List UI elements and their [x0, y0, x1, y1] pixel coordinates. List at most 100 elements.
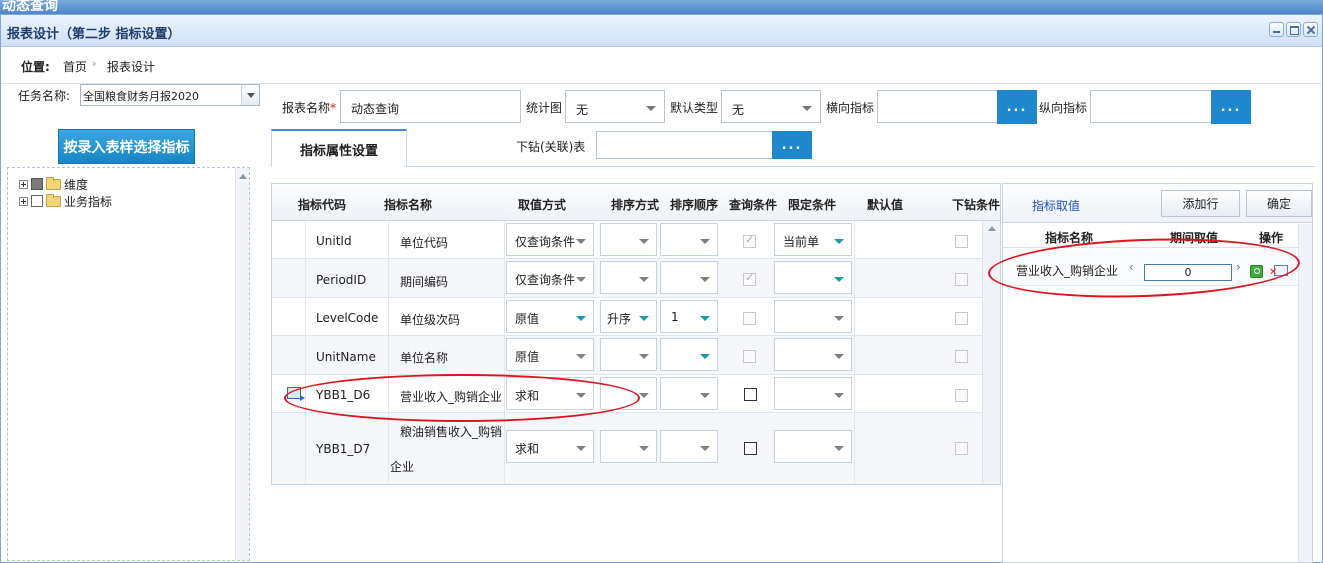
chevron-down-icon: [639, 277, 649, 282]
chevron-down-icon: [834, 316, 844, 321]
grid-header: 指标代码 指标名称 取值方式 排序方式 排序顺序 查询条件 限定条件 默认值 下…: [272, 184, 1000, 221]
vertical-indicator-input[interactable]: [1090, 90, 1212, 123]
sort-method-select[interactable]: 升序: [600, 300, 657, 333]
table-row[interactable]: UnitId 单位代码 仅查询条件 当前单: [272, 221, 982, 259]
limit-select[interactable]: [774, 430, 852, 463]
mode-select[interactable]: 原值: [506, 300, 594, 333]
tree-item-business-indicators[interactable]: 业务指标: [19, 193, 112, 209]
annotation-highlight: [284, 374, 640, 422]
table-row[interactable]: LevelCode 单位级次码 原值 升序 1: [272, 298, 982, 336]
col-header-query-condition: 查询条件: [729, 198, 778, 212]
query-checkbox: [743, 312, 756, 325]
vertical-indicator-label: 纵向指标: [1039, 101, 1088, 115]
minimize-icon[interactable]: [1269, 22, 1284, 37]
query-checkbox[interactable]: [744, 442, 757, 455]
sort-order-select[interactable]: [660, 261, 718, 294]
value-panel-scrollbar[interactable]: [1298, 224, 1312, 562]
tree-checkbox[interactable]: [31, 195, 43, 207]
maximize-icon[interactable]: [1286, 22, 1301, 37]
expand-icon[interactable]: [19, 196, 28, 206]
scroll-up-icon[interactable]: [988, 226, 996, 231]
default-type-select[interactable]: 无: [721, 90, 821, 123]
limit-select[interactable]: [774, 261, 852, 294]
close-icon[interactable]: [1303, 22, 1318, 37]
limit-select[interactable]: [774, 300, 852, 333]
sort-order-select[interactable]: [660, 223, 718, 256]
chevron-down-icon[interactable]: [241, 85, 259, 105]
cell-name: 期间编码: [400, 275, 449, 289]
tree-item-dimension[interactable]: 维度: [19, 176, 88, 192]
breadcrumb: 位置: 首页 › 报表设计: [1, 48, 1322, 84]
chevron-down-icon: [700, 316, 710, 321]
mode-select[interactable]: 原值: [506, 338, 594, 371]
chevron-down-icon: [834, 446, 844, 451]
grid-column-divider: [504, 221, 505, 484]
grid-scrollbar[interactable]: [982, 221, 1000, 484]
indicator-value-link[interactable]: 指标取值: [1032, 197, 1080, 214]
mode-select[interactable]: 仅查询条件: [506, 261, 594, 294]
report-name-input[interactable]: 动态查询: [340, 90, 521, 123]
col-header-sort-order: 排序顺序: [670, 198, 719, 212]
cell-code: UnitId: [316, 234, 352, 248]
sort-order-select[interactable]: [660, 430, 718, 463]
table-row[interactable]: UnitName 单位名称 原值: [272, 336, 982, 375]
chevron-down-icon: [700, 239, 710, 244]
task-name-select[interactable]: 全国粮食财务月报2020: [80, 84, 260, 106]
chevron-down-icon: [700, 446, 710, 451]
drill-table-picker-button[interactable]: ...: [772, 131, 812, 159]
scroll-up-icon[interactable]: [239, 174, 247, 179]
table-row[interactable]: PeriodID 期间编码 仅查询条件: [272, 259, 982, 298]
chevron-down-icon: [576, 446, 586, 451]
chevron-down-icon: [576, 354, 586, 359]
limit-select[interactable]: [774, 377, 852, 410]
confirm-button[interactable]: 确定: [1246, 190, 1312, 217]
add-row-button[interactable]: 添加行: [1161, 190, 1240, 217]
cell-name: 单位级次码: [400, 313, 461, 327]
drill-table-input[interactable]: [596, 131, 773, 159]
horizontal-indicator-label: 横向指标: [826, 101, 875, 115]
sort-method-select[interactable]: [600, 261, 657, 294]
mode-select[interactable]: 仅查询条件: [506, 223, 594, 256]
tab-indicator-properties[interactable]: 指标属性设置: [271, 129, 407, 167]
col-header-name: 指标名称: [384, 198, 433, 212]
horizontal-indicator-picker-button[interactable]: ...: [997, 90, 1037, 124]
horizontal-indicator-input[interactable]: [877, 90, 998, 123]
cell-code: PeriodID: [316, 273, 367, 287]
query-checkbox: [743, 350, 756, 363]
drill-checkbox: [955, 389, 968, 402]
sort-order-select[interactable]: [660, 338, 718, 371]
drill-table-label: 下钻(关联)表: [516, 140, 586, 154]
mode-select[interactable]: 求和: [506, 430, 594, 463]
sort-method-select[interactable]: [600, 430, 657, 463]
app-title: 动态查询: [2, 0, 58, 14]
col-header-code: 指标代码: [298, 198, 347, 212]
sort-order-select[interactable]: 1: [660, 300, 718, 333]
sort-order-select[interactable]: [660, 377, 718, 410]
chart-select[interactable]: 无: [565, 90, 665, 123]
col-header-sort-method: 排序方式: [611, 198, 660, 212]
chevron-down-icon: [576, 316, 586, 321]
tree-scrollbar[interactable]: [235, 168, 249, 560]
limit-select[interactable]: 当前单: [774, 223, 852, 256]
col-header-operation: 操作: [1259, 231, 1284, 245]
query-checkbox[interactable]: [744, 388, 757, 401]
indicator-property-grid: 指标代码 指标名称 取值方式 排序方式 排序顺序 查询条件 限定条件 默认值 下…: [271, 183, 1001, 485]
sort-method-select[interactable]: [600, 223, 657, 256]
cell-name: 粮油销售收入_购销: [400, 425, 503, 439]
limit-select[interactable]: [774, 338, 852, 371]
sort-method-select[interactable]: [600, 338, 657, 371]
breadcrumb-home-link[interactable]: 首页: [63, 58, 87, 75]
cell-name: 单位名称: [400, 351, 449, 365]
drill-checkbox: [955, 350, 968, 363]
window-controls: [1269, 22, 1318, 37]
table-row[interactable]: YBB1_D7 粮油销售收入_购销 企业 求和: [272, 413, 982, 484]
expand-icon[interactable]: [19, 179, 28, 189]
select-by-entry-form-button[interactable]: 按录入表样选择指标: [58, 129, 195, 164]
chevron-down-icon: [700, 354, 710, 359]
vertical-indicator-picker-button[interactable]: ...: [1211, 90, 1251, 124]
chevron-down-icon: [834, 393, 844, 398]
tree-checkbox[interactable]: [31, 178, 43, 190]
chevron-down-icon: [639, 239, 649, 244]
chart-label: 统计图: [526, 101, 563, 115]
breadcrumb-current: 报表设计: [107, 60, 156, 74]
